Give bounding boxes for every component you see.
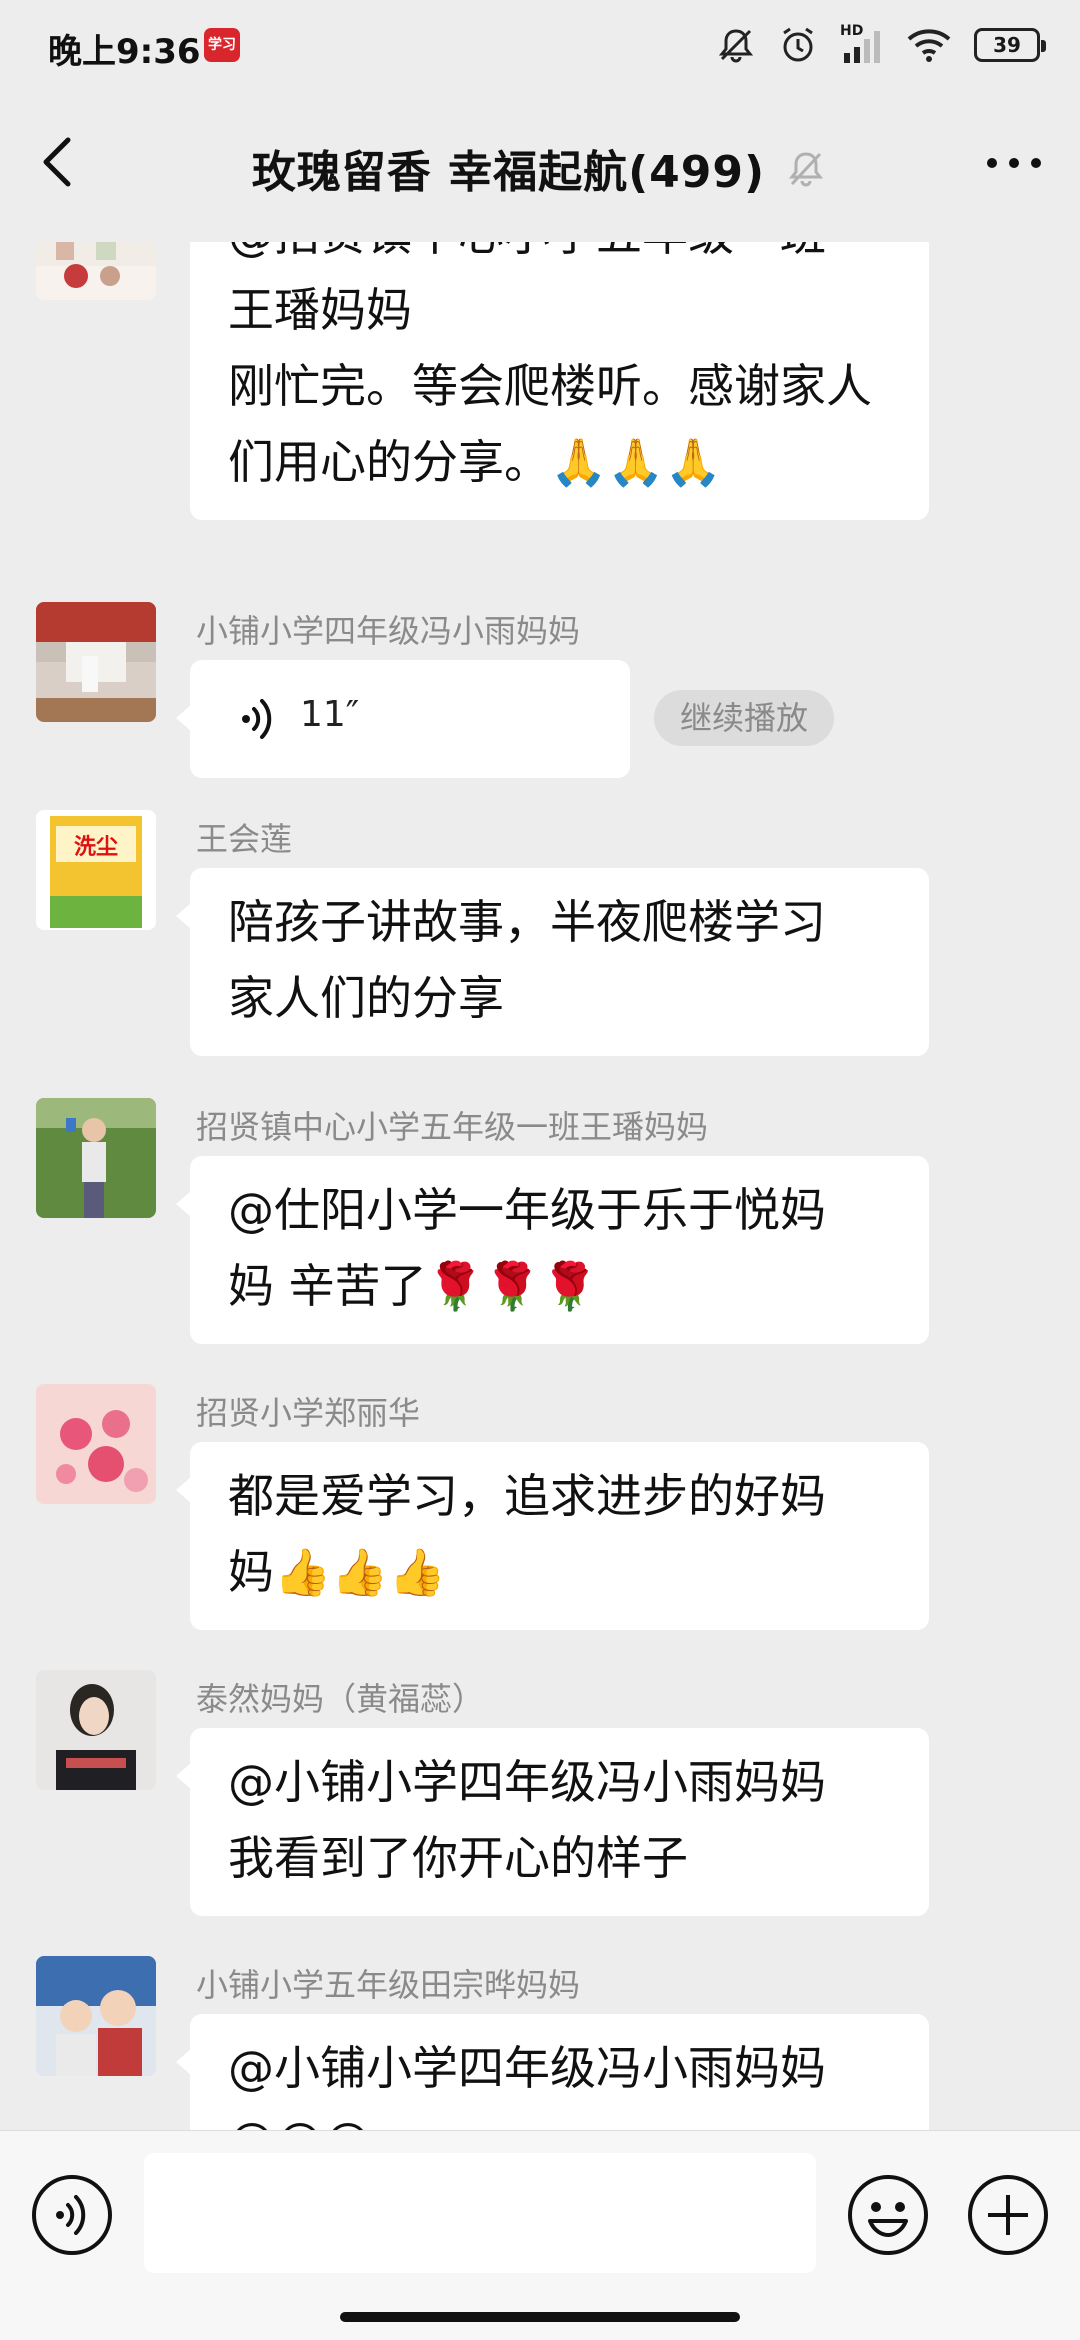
product-logo-text: 洗尘	[74, 835, 118, 860]
sender-name: 小铺小学四年级冯小雨妈妈	[196, 612, 581, 650]
message-line: 王璠妈妈	[228, 283, 412, 337]
chat-header: 玫瑰留香 幸福起航(499)	[0, 92, 1080, 242]
message-item: 小铺小学四年级冯小雨妈妈 11″ 继续播放	[0, 602, 1080, 782]
message-line: 都是爱学习，追求进步的好妈	[228, 1469, 826, 1523]
emoji-icon[interactable]	[846, 2173, 930, 2257]
message-bubble[interactable]: 都是爱学习，追求进步的好妈 妈👍👍👍	[176, 1442, 929, 1630]
message-item: @招贤镇中心小学五年级一班 王璠妈妈 刚忙完。等会爬楼听。感谢家人 们用心的分享…	[0, 242, 1080, 520]
chat-message-list[interactable]: @招贤镇中心小学五年级一班 王璠妈妈 刚忙完。等会爬楼听。感谢家人 们用心的分享…	[0, 242, 1080, 2130]
message-line: @小铺小学四年级冯小雨妈妈	[228, 2041, 826, 2095]
sender-name: 泰然妈妈（黄福蕊）	[196, 1680, 485, 1718]
avatar[interactable]	[36, 1670, 156, 1790]
chat-title: 玫瑰留香 幸福起航(499)	[251, 147, 766, 198]
message-line: 😀😀😀	[228, 2106, 891, 2130]
mute-bell-icon	[718, 29, 754, 63]
wifi-icon	[907, 29, 951, 62]
muted-bell-icon	[789, 152, 824, 187]
message-item: 洗尘 王会莲 陪孩子讲故事，半夜爬楼学习 家人们的分享	[0, 810, 1080, 1056]
message-line: 陪孩子讲故事，半夜爬楼学习	[228, 895, 826, 949]
message-bubble[interactable]: @招贤镇中心小学五年级一班 王璠妈妈 刚忙完。等会爬楼听。感谢家人 们用心的分享…	[190, 242, 929, 520]
sender-name: 招贤镇中心小学五年级一班王璠妈妈	[196, 1108, 709, 1146]
status-time: 晚上9:36	[48, 32, 201, 72]
message-item: 泰然妈妈（黄福蕊） @小铺小学四年级冯小雨妈妈 我看到了你开心的样子	[0, 1670, 1080, 1916]
notification-app-icon: 学习	[204, 28, 240, 62]
message-line: @小铺小学四年级冯小雨妈妈	[228, 1755, 826, 1809]
avatar[interactable]	[36, 1384, 156, 1504]
message-line: 妈 辛苦了🌹🌹🌹	[228, 1259, 599, 1313]
status-bar: 晚上9:36 学习 HD 39	[0, 0, 1080, 92]
message-line: @仕阳小学一年级于乐于悦妈	[228, 1183, 826, 1237]
avatar[interactable]	[36, 242, 156, 300]
continue-play-button[interactable]: 继续播放	[654, 690, 835, 746]
voice-message-bubble[interactable]: 11″	[176, 660, 630, 778]
message-input[interactable]	[144, 2153, 816, 2273]
input-bar	[0, 2130, 1080, 2340]
message-bubble[interactable]: @仕阳小学一年级于乐于悦妈 妈 辛苦了🌹🌹🌹	[176, 1156, 929, 1344]
message-item: 招贤小学郑丽华 都是爱学习，追求进步的好妈 妈👍👍👍	[0, 1384, 1080, 1630]
sender-name: 王会莲	[196, 820, 293, 858]
avatar[interactable]	[36, 1098, 156, 1218]
home-indicator[interactable]	[340, 2312, 740, 2322]
plus-icon[interactable]	[966, 2173, 1050, 2257]
avatar[interactable]: 洗尘	[36, 810, 156, 930]
avatar[interactable]	[36, 602, 156, 722]
more-options-button[interactable]	[984, 148, 1044, 178]
voice-duration: 11″	[300, 694, 360, 735]
status-icons: HD 39	[694, 22, 1046, 68]
message-item: 小铺小学五年级田宗晔妈妈 @小铺小学四年级冯小雨妈妈 😀😀😀	[0, 1956, 1080, 2130]
sender-name: 招贤小学郑丽华	[196, 1394, 421, 1432]
message-bubble[interactable]: 陪孩子讲故事，半夜爬楼学习 家人们的分享	[176, 868, 929, 1056]
message-bubble[interactable]: @小铺小学四年级冯小雨妈妈 我看到了你开心的样子	[176, 1728, 929, 1916]
message-item: 招贤镇中心小学五年级一班王璠妈妈 @仕阳小学一年级于乐于悦妈 妈 辛苦了🌹🌹🌹	[0, 1098, 1080, 1344]
message-bubble[interactable]: @小铺小学四年级冯小雨妈妈 😀😀😀	[176, 2014, 929, 2130]
sender-name: 小铺小学五年级田宗晔妈妈	[196, 1966, 581, 2004]
message-line: 我看到了你开心的样子	[228, 1831, 688, 1885]
voice-wave-icon	[242, 699, 272, 739]
avatar[interactable]	[36, 1956, 156, 2076]
alarm-icon	[783, 27, 813, 62]
message-line: 刚忙完。等会爬楼听。感谢家人	[228, 359, 872, 413]
battery-icon: 39	[974, 28, 1046, 62]
signal-icon: HD	[840, 23, 884, 65]
message-line: @招贤镇中心小学五年级一班	[228, 242, 891, 272]
message-line: 家人们的分享	[228, 971, 504, 1025]
title-wrap: 玫瑰留香 幸福起航(499)	[0, 136, 1080, 200]
message-line: 妈👍👍👍	[228, 1545, 446, 1599]
message-line: 们用心的分享。🙏🙏🙏	[228, 435, 722, 489]
voice-input-toggle-icon[interactable]	[30, 2173, 114, 2257]
